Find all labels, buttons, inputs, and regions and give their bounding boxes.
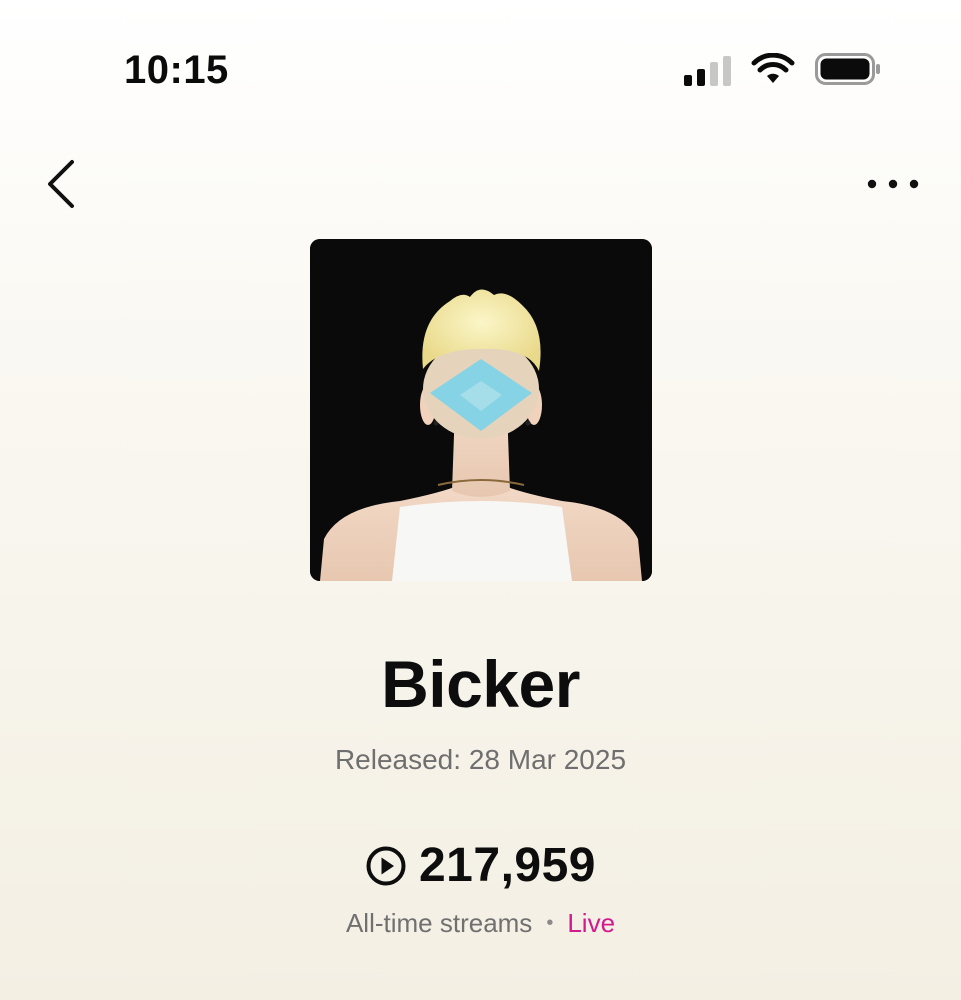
album-artwork-image xyxy=(310,239,652,581)
release-date: Released: 28 Mar 2025 xyxy=(334,744,627,775)
battery-icon xyxy=(815,53,880,85)
ellipsis-icon xyxy=(867,179,919,189)
status-time: 10:15 xyxy=(124,48,229,92)
wifi-icon xyxy=(751,53,795,83)
streams-count: 217,959 xyxy=(418,839,596,892)
streams-caption-row: All-time streams • Live xyxy=(0,908,961,939)
more-options-button[interactable] xyxy=(865,170,921,198)
nav-row xyxy=(0,150,961,220)
status-icons xyxy=(684,52,881,86)
live-badge[interactable]: Live xyxy=(567,908,615,939)
album-cover xyxy=(310,239,652,581)
back-button[interactable] xyxy=(40,154,84,214)
play-circle-icon xyxy=(366,846,406,885)
separator-dot: • xyxy=(546,912,554,934)
streams-caption: All-time streams xyxy=(345,908,533,938)
chevron-left-icon xyxy=(48,160,74,208)
streams-row: 217,959 xyxy=(0,838,961,893)
status-bar: 10:15 xyxy=(0,0,961,140)
cellular-signal-icon xyxy=(684,52,731,86)
track-title: Bicker xyxy=(381,647,580,721)
